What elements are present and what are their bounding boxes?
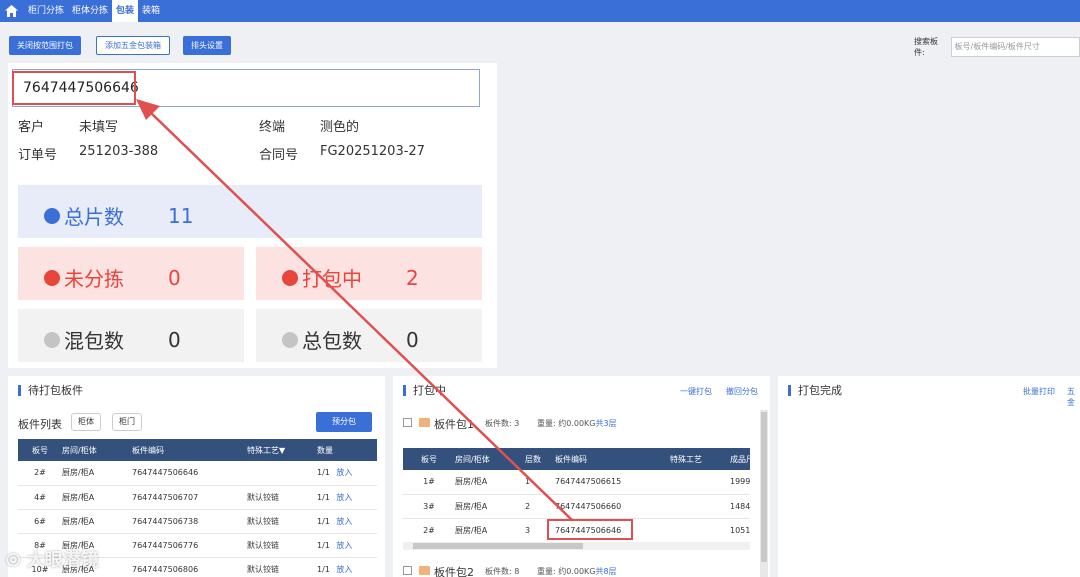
watermark: ⦾ 大眼潜镜: [6, 546, 99, 572]
watermark-logo-icon: ⦾: [6, 550, 21, 571]
watermark-text: 大眼潜镜: [26, 550, 99, 571]
annotation-arrow: [136, 99, 573, 521]
